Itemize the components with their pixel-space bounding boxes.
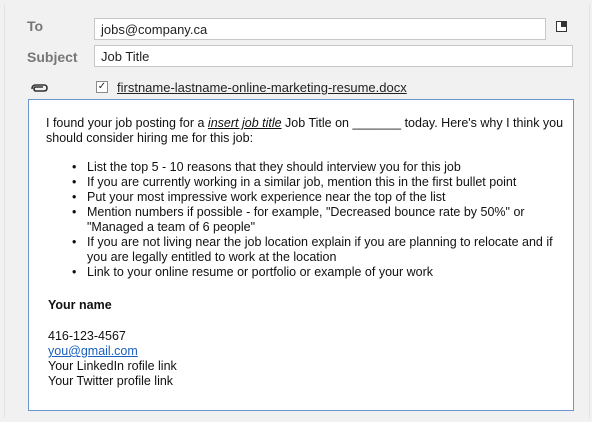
signature-email-link[interactable]: you@gmail.com — [48, 344, 138, 359]
popout-icon[interactable] — [556, 21, 567, 32]
list-item: List the top 5 - 10 reasons that they sh… — [69, 160, 559, 175]
attachment-checkbox[interactable]: ✓ — [96, 81, 108, 93]
subject-label: Subject — [27, 49, 78, 65]
intro-paragraph: I found your job posting for a insert jo… — [46, 116, 564, 146]
list-item: Put your most impressive work experience… — [69, 190, 559, 205]
subject-field[interactable]: Job Title — [94, 45, 573, 67]
attachment-link[interactable]: firstname-lastname-online-marketing-resu… — [117, 80, 407, 95]
list-item: If you are not living near the job locat… — [69, 235, 559, 265]
to-label: To — [27, 18, 44, 34]
to-field[interactable]: jobs@company.ca — [94, 18, 546, 40]
signature-phone: 416-123-4567 — [48, 329, 126, 343]
compose-window: To jobs@company.ca Subject Job Title ✓ f… — [4, 4, 590, 418]
signature-linkedin: Your LinkedIn rofile link — [48, 359, 177, 373]
message-body[interactable]: I found your job posting for a insert jo… — [28, 99, 574, 411]
list-item: Mention numbers if possible - for exampl… — [69, 205, 559, 235]
reasons-list: List the top 5 - 10 reasons that they sh… — [69, 160, 559, 280]
signature-twitter: Your Twitter profile link — [48, 374, 174, 388]
intro-placeholder: insert job title — [207, 116, 282, 130]
signature-name: Your name — [48, 298, 112, 312]
intro-text-1: I found your job posting for a — [46, 116, 208, 130]
list-item: Link to your online resume or portfolio … — [69, 265, 559, 280]
paperclip-icon — [31, 84, 48, 92]
list-item: If you are currently working in a simila… — [69, 175, 559, 190]
